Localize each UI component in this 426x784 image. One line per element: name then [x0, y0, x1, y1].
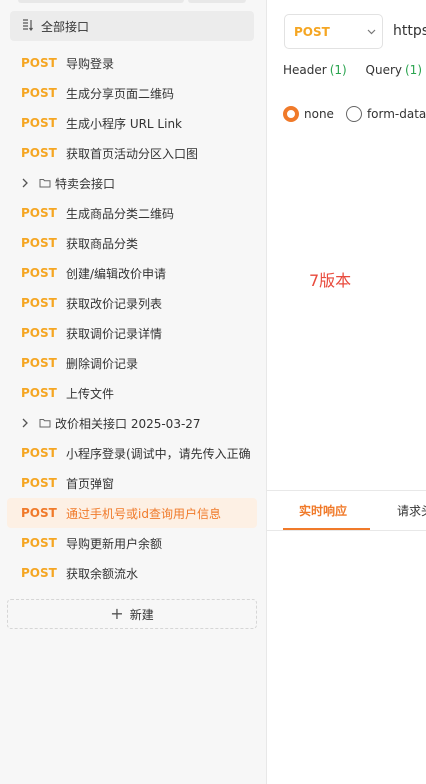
folder-icon — [39, 418, 55, 428]
request-panel: POST https: Header(1) Query(1) none form… — [267, 0, 426, 784]
method-badge: POST — [21, 476, 57, 490]
api-name: 导购更新用户余额 — [66, 536, 163, 551]
folder-name: 特卖会接口 — [55, 176, 116, 191]
version-note: 7版本 — [309, 271, 352, 290]
tab-query[interactable]: Query (1) — [366, 63, 422, 77]
api-name: 删除调价记录 — [66, 356, 139, 371]
new-button-label: 新建 — [129, 607, 154, 622]
api-item[interactable]: POST 获取商品分类 — [7, 228, 257, 258]
method-badge: POST — [21, 296, 57, 310]
api-name: 首页弹窗 — [66, 476, 115, 491]
api-name: 生成商品分类二维码 — [66, 206, 175, 221]
plus-icon: + — [110, 604, 124, 623]
method-badge: POST — [21, 536, 57, 550]
api-item[interactable]: POST 生成小程序 URL Link — [7, 108, 257, 138]
method-badge: POST — [21, 326, 57, 340]
sidebar: 全部接口 POST 导购登录 POST 生成分享页面二维码 POST 生成小程序 UR… — [0, 0, 267, 784]
api-item[interactable]: POST 创建/编辑改价申请 — [7, 258, 257, 288]
method-badge: POST — [21, 56, 57, 70]
method-badge: POST — [21, 116, 57, 130]
api-item[interactable]: POST 生成分享页面二维码 — [7, 78, 257, 108]
api-name: 导购登录 — [66, 56, 115, 71]
request-tabs: Header (1) Query (1) — [283, 63, 426, 77]
method-badge: POST — [21, 356, 57, 370]
api-item[interactable]: POST 获取改价记录列表 — [7, 288, 257, 318]
api-name: 创建/编辑改价申请 — [66, 266, 167, 281]
api-name: 获取改价记录列表 — [66, 296, 163, 311]
tab-label: Header — [283, 63, 327, 77]
response-tabs: 实时响应 请求头 — [267, 490, 426, 531]
folder-icon — [39, 178, 55, 188]
new-button[interactable]: + 新建 — [7, 599, 257, 629]
folder-item[interactable]: 改价相关接口 2025-03-27 — [7, 408, 257, 438]
method-badge: POST — [21, 86, 57, 100]
method-badge: POST — [21, 236, 57, 250]
tab-realtime-response[interactable]: 实时响应 — [299, 502, 347, 519]
tab-label: Query — [365, 63, 402, 77]
method-badge: POST — [21, 506, 57, 520]
method-select-value: POST — [294, 24, 330, 39]
folder-name: 改价相关接口 2025-03-27 — [55, 416, 201, 431]
api-item[interactable]: POST 首页弹窗 — [7, 468, 257, 498]
api-item[interactable]: POST 获取调价记录详情 — [7, 318, 257, 348]
all-api-label: 全部接口 — [41, 19, 90, 34]
chevron-right-icon[interactable] — [21, 178, 39, 188]
api-list: POST 导购登录 POST 生成分享页面二维码 POST 生成小程序 URL Lin… — [7, 48, 257, 588]
radio-checked[interactable] — [283, 106, 299, 122]
top-tab-stub — [18, 0, 184, 3]
api-name: 上传文件 — [66, 386, 115, 401]
method-select[interactable]: POST — [284, 14, 383, 49]
api-name: 获取首页活动分区入口图 — [66, 146, 199, 161]
api-name: 获取余额流水 — [66, 566, 139, 581]
body-option-form-data[interactable]: form-data — [345, 106, 426, 122]
tab-request-headers[interactable]: 请求头 — [397, 502, 426, 519]
api-item-active[interactable]: POST 通过手机号或id查询用户信息 — [7, 498, 257, 528]
filter-list-icon — [22, 18, 35, 34]
body-option-none[interactable]: none — [283, 106, 334, 122]
api-name: 通过手机号或id查询用户信息 — [66, 506, 221, 521]
api-item[interactable]: POST 生成商品分类二维码 — [7, 198, 257, 228]
api-item[interactable]: POST 小程序登录(调试中，请先传入正确 — [7, 438, 257, 468]
chevron-down-icon — [360, 29, 382, 35]
active-tab-underline — [283, 528, 370, 530]
method-badge: POST — [21, 386, 57, 400]
api-name: 获取商品分类 — [66, 236, 139, 251]
api-item[interactable]: POST 删除调价记录 — [7, 348, 257, 378]
api-item[interactable]: POST 导购更新用户余额 — [7, 528, 257, 558]
option-label: none — [304, 107, 334, 121]
api-item[interactable]: POST 上传文件 — [7, 378, 257, 408]
tab-header[interactable]: Header (1) — [283, 63, 347, 77]
method-badge: POST — [21, 266, 57, 280]
api-item[interactable]: POST 获取首页活动分区入口图 — [7, 138, 257, 168]
method-badge: POST — [21, 206, 57, 220]
option-label: form-data — [366, 107, 426, 121]
tab-count: (1) — [329, 63, 347, 77]
folder-item[interactable]: 特卖会接口 — [7, 168, 257, 198]
body-type-options: none form-data — [283, 106, 426, 122]
method-badge: POST — [21, 566, 57, 580]
api-item[interactable]: POST 导购登录 — [7, 48, 257, 78]
top-tab-stub — [188, 0, 246, 3]
api-name: 获取调价记录详情 — [66, 326, 163, 341]
api-item[interactable]: POST 获取余额流水 — [7, 558, 257, 588]
method-badge: POST — [21, 446, 57, 460]
method-badge: POST — [21, 146, 57, 160]
all-api-filter[interactable]: 全部接口 — [10, 11, 254, 41]
radio-unchecked[interactable] — [345, 106, 362, 122]
url-input[interactable]: https: — [393, 23, 426, 39]
chevron-right-icon[interactable] — [21, 418, 39, 428]
tab-count: (1) — [405, 63, 422, 77]
api-name: 生成分享页面二维码 — [66, 86, 175, 101]
api-name: 生成小程序 URL Link — [66, 116, 183, 131]
api-name: 小程序登录(调试中，请先传入正确 — [66, 446, 251, 461]
